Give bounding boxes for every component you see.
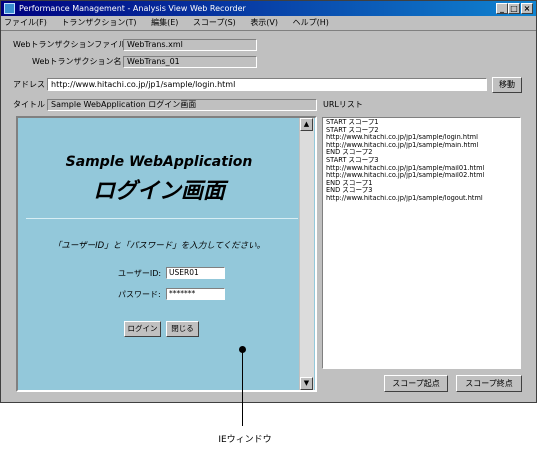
file-name-label: Webトランザクションファイル名	[13, 40, 135, 49]
scope-end-button[interactable]: スコープ終点	[456, 375, 522, 392]
title-bar: Performance Management - Analysis View W…	[1, 1, 536, 16]
window-title: Performance Management - Analysis View W…	[19, 4, 246, 13]
app-window: Performance Management - Analysis View W…	[0, 0, 537, 403]
menu-bar: ファイル(F) トランザクション(T) 編集(E) スコープ(S) 表示(V) …	[1, 16, 536, 30]
page-heading-en: Sample WebApplication	[65, 154, 253, 170]
minimize-button[interactable]: _	[496, 3, 508, 14]
ie-scrollbar[interactable]: ▲ ▼	[299, 118, 314, 390]
menu-scope[interactable]: スコープ(S)	[193, 18, 236, 27]
menu-view[interactable]: 表示(V)	[250, 18, 278, 27]
callout-label: IEウィンドウ	[218, 435, 272, 445]
password-input[interactable]: *******	[166, 288, 225, 300]
file-name-field: WebTrans.xml	[123, 39, 257, 51]
close-button[interactable]: 閉じる	[166, 321, 199, 337]
scroll-up-arrow-icon[interactable]: ▲	[300, 118, 313, 131]
url-list-item[interactable]: http://www.hitachi.co.jp/jp1/sample/logi…	[326, 134, 517, 142]
transaction-name-field: WebTrans_01	[123, 56, 257, 68]
password-label: パスワード:	[118, 290, 161, 299]
address-label: アドレス	[13, 80, 45, 89]
page-heading-ja: ログイン画面	[92, 179, 225, 204]
scroll-down-arrow-icon[interactable]: ▼	[300, 377, 313, 390]
login-instruction: 「ユーザーID」と「パスワード」を入力してください。	[52, 241, 266, 251]
url-list-item[interactable]: START スコープ2	[326, 127, 517, 135]
menu-help[interactable]: ヘルプ(H)	[293, 18, 329, 27]
maximize-button[interactable]: □	[508, 3, 520, 14]
app-icon	[4, 3, 15, 14]
user-id-input[interactable]: USER01	[166, 267, 225, 279]
url-list-item[interactable]: START スコープ1	[326, 119, 517, 127]
address-input[interactable]: http://www.hitachi.co.jp/jp1/sample/logi…	[47, 78, 487, 91]
url-list-item[interactable]: END スコープ1	[326, 180, 517, 188]
url-list-item[interactable]: START スコープ3	[326, 157, 517, 165]
title-field: Sample WebApplication ログイン画面	[47, 99, 317, 111]
url-list-box[interactable]: START スコープ1 START スコープ2 http://www.hitac…	[322, 117, 521, 369]
title-label: タイトル	[13, 100, 45, 109]
menu-transaction[interactable]: トランザクション(T)	[61, 18, 136, 27]
url-list-label: URLリスト	[323, 100, 363, 109]
menu-edit[interactable]: 編集(E)	[151, 18, 178, 27]
url-list-item[interactable]: END スコープ2	[326, 149, 517, 157]
go-button[interactable]: 移動	[492, 77, 522, 93]
menu-divider	[1, 30, 536, 31]
user-id-label: ユーザーID:	[118, 269, 162, 278]
page-divider	[26, 218, 298, 219]
url-list-item[interactable]: http://www.hitachi.co.jp/jp1/sample/mail…	[326, 165, 517, 173]
transaction-name-label: Webトランザクション名	[32, 57, 122, 66]
scope-start-button[interactable]: スコープ起点	[384, 375, 448, 392]
url-list-item[interactable]: http://www.hitachi.co.jp/jp1/sample/logo…	[326, 195, 517, 203]
url-list-item[interactable]: http://www.hitachi.co.jp/jp1/sample/mail…	[326, 172, 517, 180]
menu-file[interactable]: ファイル(F)	[4, 18, 47, 27]
url-list-item[interactable]: http://www.hitachi.co.jp/jp1/sample/main…	[326, 142, 517, 150]
close-window-button[interactable]: ×	[521, 3, 533, 14]
login-button[interactable]: ログイン	[124, 321, 161, 337]
callout-line	[242, 350, 243, 426]
url-list-item[interactable]: END スコープ3	[326, 187, 517, 195]
ie-window-pane[interactable]: Sample WebApplication ログイン画面 「ユーザーID」と「パ…	[16, 116, 317, 392]
